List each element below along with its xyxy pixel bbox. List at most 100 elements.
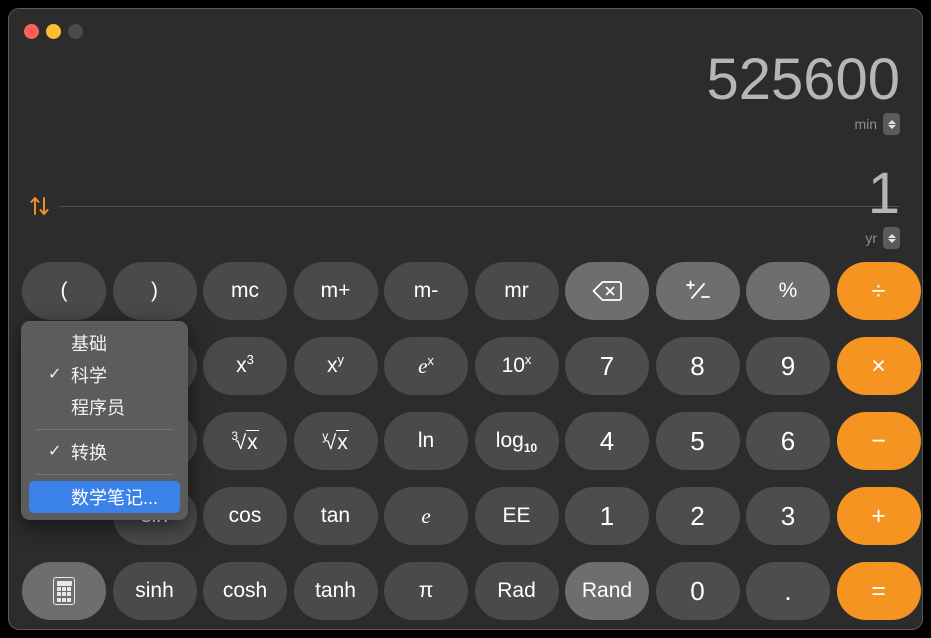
key-label: tanh [315, 579, 356, 602]
key-[interactable]: = [836, 562, 921, 620]
key-3[interactable]: 3 [746, 487, 830, 545]
calculator-window: 525600 min 1 yr () mc m+ m- mr % ÷ x3 x… [8, 8, 923, 630]
key-label: 9 [780, 350, 796, 381]
key-x[interactable]: 3 √ x [203, 412, 287, 470]
check-icon: ✓ [48, 443, 62, 460]
key-label: π [418, 579, 434, 602]
key-row: () mc m+ m-mr% ÷ [22, 262, 921, 320]
key-label: cosh [222, 579, 268, 602]
key-m[interactable]: m- [384, 262, 468, 320]
key-label: ( [60, 279, 68, 302]
key-m[interactable]: m+ [293, 262, 378, 320]
key-label: mr [504, 279, 529, 302]
divider-line [59, 206, 900, 207]
key-label: 10x [501, 352, 532, 377]
key-label: ln [417, 429, 435, 452]
bottom-unit-stepper[interactable] [883, 227, 900, 249]
menu-item-label: 程序员 [71, 398, 125, 418]
chevron-up-icon [887, 119, 896, 124]
menu-separator [35, 474, 174, 475]
key-10[interactable]: 10x [474, 337, 559, 395]
key-0[interactable]: 0 [655, 562, 740, 620]
radical-glyph: y √ x [322, 428, 349, 454]
close-button[interactable] [24, 24, 39, 39]
key-log10[interactable]: log10 [474, 412, 559, 470]
key-8[interactable]: 8 [655, 337, 740, 395]
key-tanh[interactable]: tanh [293, 562, 378, 620]
key-label: × [871, 351, 886, 380]
chevron-down-icon [887, 238, 896, 243]
key-5[interactable]: 5 [655, 412, 740, 470]
menu-item[interactable]: 数学笔记... [29, 481, 180, 513]
key-e[interactable]: ex [384, 337, 468, 395]
swap-vertical-icon[interactable] [28, 193, 54, 219]
key-cos[interactable]: cos [203, 487, 287, 545]
key-rand[interactable]: Rand [565, 562, 649, 620]
key-x[interactable]: x3 [203, 337, 287, 395]
menu-item[interactable]: 基础 [29, 327, 180, 359]
key-label: ) [151, 279, 158, 302]
key-ln[interactable]: ln [384, 412, 468, 470]
key-label: + [871, 501, 886, 530]
key-label: 0 [690, 575, 705, 606]
calculator-key[interactable] [22, 562, 106, 620]
key-[interactable]: × [836, 337, 921, 395]
key-label: 5 [690, 425, 705, 456]
key-label: cos [228, 504, 262, 527]
key-2[interactable]: 2 [655, 487, 740, 545]
key-tan[interactable]: tan [293, 487, 378, 545]
key-[interactable]: ( [22, 262, 106, 320]
key-[interactable]: . [746, 562, 830, 620]
key-ee[interactable]: EE [474, 487, 559, 545]
key-sinh[interactable]: sinh [112, 562, 197, 620]
key-cosh[interactable]: cosh [203, 562, 287, 620]
key-[interactable]: % [746, 262, 830, 320]
key-[interactable]: + [836, 487, 921, 545]
menu-item[interactable]: ✓ 科学 [29, 359, 180, 391]
key-rad[interactable]: Rad [474, 562, 559, 620]
delete-backward-key[interactable] [565, 262, 649, 320]
key-label: . [784, 575, 792, 606]
key-label: xy [327, 352, 344, 377]
top-unit-label: min [854, 116, 877, 132]
bottom-value: 1 [867, 161, 900, 226]
key-label: sinh [135, 579, 174, 602]
key-e[interactable]: e [384, 487, 468, 545]
delete-backward-icon [592, 281, 622, 301]
key-[interactable]: π [384, 562, 468, 620]
key-[interactable]: ÷ [836, 262, 921, 320]
key-[interactable]: ) [112, 262, 197, 320]
zoom-button [68, 24, 83, 39]
key-x[interactable]: y √ x [293, 412, 378, 470]
minimize-button[interactable] [46, 24, 61, 39]
key-label: m- [413, 279, 439, 302]
key-1[interactable]: 1 [565, 487, 649, 545]
menu-separator [35, 429, 174, 430]
chevron-down-icon [887, 124, 896, 129]
key-mr[interactable]: mr [474, 262, 559, 320]
key-[interactable]: − [836, 412, 921, 470]
sign-toggle[interactable] [655, 262, 740, 320]
key-label: 6 [780, 425, 796, 456]
top-unit-stepper[interactable] [883, 113, 900, 135]
bottom-value-row: 1 yr [865, 163, 900, 249]
key-6[interactable]: 6 [746, 412, 830, 470]
mode-context-menu[interactable]: 基础 ✓ 科学 程序员 ✓ 转换 数学笔记... [21, 321, 188, 520]
key-label: e [421, 503, 431, 528]
key-x[interactable]: xy [293, 337, 378, 395]
key-label: 1 [599, 500, 615, 531]
key-label: % [778, 279, 798, 302]
key-label: 2 [690, 500, 705, 531]
key-label: m+ [320, 279, 351, 302]
calculator-icon [53, 577, 75, 605]
key-label: 3 [780, 500, 796, 531]
key-label: mc [231, 279, 259, 302]
menu-item[interactable]: ✓ 转换 [29, 436, 180, 468]
key-4[interactable]: 4 [565, 412, 649, 470]
menu-item[interactable]: 程序员 [29, 391, 180, 423]
menu-item-label: 科学 [71, 366, 107, 386]
key-7[interactable]: 7 [565, 337, 649, 395]
key-9[interactable]: 9 [746, 337, 830, 395]
key-mc[interactable]: mc [203, 262, 287, 320]
plus-minus-icon [685, 280, 710, 299]
